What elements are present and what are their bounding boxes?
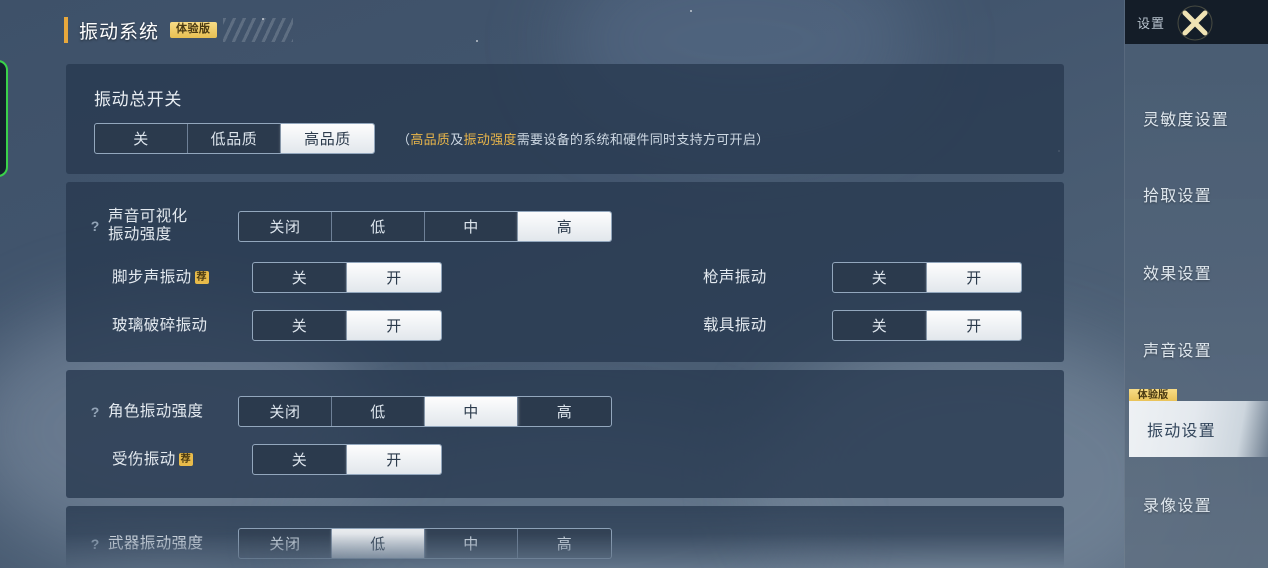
sidebar-item-pickup[interactable]: 拾取设置 — [1125, 166, 1268, 222]
hint-part: （ — [397, 132, 411, 147]
help-icon[interactable]: ? — [88, 218, 102, 234]
label-text: 受伤振动 — [112, 451, 176, 468]
sound-vibration-panel: ? 声音可视化 振动强度 关闭 低 中 高 脚步声振动荐 关 开 玻璃破碎振动 … — [66, 182, 1064, 362]
vehicle-vibration-row: 载具振动 关 开 — [703, 310, 1022, 341]
sound-visual-intensity-option-off[interactable]: 关闭 — [239, 211, 332, 241]
page-title: 振动系统 — [79, 21, 160, 43]
sidebar-item-label: 声音设置 — [1143, 343, 1212, 360]
hint-part: 及 — [450, 132, 464, 147]
hint-part: 需要设备的系统和硬件同时支持方可开启） — [516, 132, 770, 147]
gunshot-vibration-toggle[interactable]: 关 开 — [832, 262, 1022, 293]
help-icon[interactable]: ? — [88, 536, 102, 552]
sidebar-item-label: 效果设置 — [1143, 266, 1212, 283]
recommended-badge: 荐 — [194, 271, 209, 284]
glass-break-vibration-label: 玻璃破碎振动 — [112, 317, 208, 334]
weapon-intensity-option-low[interactable]: 低 — [332, 529, 425, 558]
settings-content: 振动系统 体验版 振动总开关 关 低品质 高品质 （高品质及振动强度需要设备的系… — [0, 0, 1124, 568]
sound-visual-intensity-option-low[interactable]: 低 — [332, 211, 425, 241]
title-accent-bar — [64, 17, 68, 43]
settings-sidebar: 设置 灵敏度设置 拾取设置 效果设置 声音设置 体验版 振动设置 录像设置 — [1124, 0, 1268, 568]
vehicle-vibration-option-off[interactable]: 关 — [833, 311, 927, 340]
master-switch-option-off[interactable]: 关 — [95, 124, 188, 153]
sidebar-item-label: 拾取设置 — [1143, 188, 1212, 205]
sound-visual-intensity-option-medium[interactable]: 中 — [425, 211, 518, 241]
weapon-intensity-option-medium[interactable]: 中 — [425, 529, 518, 558]
sidebar-item-sound[interactable]: 声音设置 — [1125, 321, 1268, 377]
gunshot-vibration-row: 枪声振动 关 开 — [703, 262, 1022, 293]
glass-break-vibration-option-on[interactable]: 开 — [347, 311, 441, 340]
label-line-2: 振动强度 — [108, 226, 172, 243]
label-text: 脚步声振动 — [112, 269, 192, 286]
settings-screen: 振动系统 体验版 振动总开关 关 低品质 高品质 （高品质及振动强度需要设备的系… — [0, 0, 1268, 568]
sidebar-item-effects[interactable]: 效果设置 — [1125, 244, 1268, 300]
page-header: 振动系统 体验版 — [64, 14, 293, 46]
glass-break-vibration-toggle[interactable]: 关 开 — [252, 310, 442, 341]
footstep-vibration-toggle[interactable]: 关 开 — [252, 262, 442, 293]
label-line-1: 声音可视化 — [108, 208, 188, 225]
sidebar-item-sensitivity[interactable]: 灵敏度设置 — [1125, 90, 1268, 146]
character-intensity-option-high[interactable]: 高 — [518, 397, 611, 426]
character-intensity-option-low[interactable]: 低 — [332, 397, 425, 426]
sound-visual-intensity-segmented-control[interactable]: 关闭 低 中 高 — [238, 210, 612, 242]
recommended-badge: 荐 — [178, 453, 194, 466]
master-switch-panel: 振动总开关 关 低品质 高品质 （高品质及振动强度需要设备的系统和硬件同时支持方… — [66, 64, 1064, 174]
gunshot-vibration-option-off[interactable]: 关 — [833, 263, 927, 292]
weapon-vibration-panel: ? 武器振动强度 关闭 低 中 高 — [66, 506, 1064, 568]
footstep-vibration-label: 脚步声振动荐 — [112, 268, 252, 287]
weapon-intensity-option-high[interactable]: 高 — [518, 529, 611, 558]
injury-vibration-label: 受伤振动荐 — [112, 450, 252, 469]
master-switch-segmented-control[interactable]: 关 低品质 高品质 — [94, 123, 375, 154]
page-title-beta-badge: 体验版 — [170, 22, 217, 38]
footstep-vibration-option-on[interactable]: 开 — [347, 263, 441, 292]
vehicle-vibration-option-on[interactable]: 开 — [927, 311, 1021, 340]
sound-visual-intensity-label: 声音可视化 振动强度 — [108, 208, 226, 244]
master-switch-label: 振动总开关 — [94, 90, 182, 109]
vehicle-vibration-toggle[interactable]: 关 开 — [832, 310, 1022, 341]
injury-vibration-row: 受伤振动荐 关 开 — [112, 444, 442, 475]
injury-vibration-option-off[interactable]: 关 — [253, 445, 347, 474]
gunshot-vibration-label: 枪声振动 — [703, 269, 767, 286]
sidebar-item-label: 振动设置 — [1147, 423, 1216, 440]
weapon-intensity-segmented-control[interactable]: 关闭 低 中 高 — [238, 528, 612, 559]
sound-visual-intensity-row: ? 声音可视化 振动强度 关闭 低 中 高 — [88, 208, 612, 244]
glass-break-vibration-row: 玻璃破碎振动 关 开 — [112, 310, 442, 341]
glass-break-vibration-option-off[interactable]: 关 — [253, 311, 347, 340]
injury-vibration-option-on[interactable]: 开 — [347, 445, 441, 474]
sidebar-item-label: 录像设置 — [1143, 498, 1212, 515]
hint-part-gold: 振动强度 — [463, 132, 517, 147]
sidebar-item-recording[interactable]: 录像设置 — [1125, 476, 1268, 532]
character-vibration-panel: ? 角色振动强度 关闭 低 中 高 受伤振动荐 关 开 — [66, 370, 1064, 498]
character-intensity-option-medium[interactable]: 中 — [425, 397, 518, 426]
character-intensity-option-off[interactable]: 关闭 — [239, 397, 332, 426]
master-switch-row: 关 低品质 高品质 （高品质及振动强度需要设备的系统和硬件同时支持方可开启） — [94, 123, 769, 154]
sound-visual-intensity-option-high[interactable]: 高 — [518, 211, 611, 241]
master-switch-hint: （高品质及振动强度需要设备的系统和硬件同时支持方可开启） — [397, 129, 769, 148]
hint-part-gold: 高品质 — [410, 132, 451, 147]
close-x-icon[interactable] — [1171, 0, 1219, 46]
master-switch-option-high-quality[interactable]: 高品质 — [281, 124, 374, 153]
sidebar-title: 设置 — [1137, 15, 1166, 31]
vehicle-vibration-label: 载具振动 — [703, 317, 767, 334]
weapon-intensity-label: 武器振动强度 — [108, 535, 204, 552]
character-intensity-label: 角色振动强度 — [108, 403, 204, 420]
sidebar-item-label: 灵敏度设置 — [1143, 112, 1230, 129]
character-intensity-row: ? 角色振动强度 关闭 低 中 高 — [88, 396, 612, 427]
sidebar-header: 设置 — [1125, 0, 1268, 44]
master-switch-option-low-quality[interactable]: 低品质 — [188, 124, 281, 153]
weapon-intensity-row: ? 武器振动强度 关闭 低 中 高 — [88, 528, 612, 559]
sidebar-item-vibration[interactable]: 振动设置 — [1129, 401, 1268, 457]
help-icon[interactable]: ? — [88, 404, 102, 420]
footstep-vibration-option-off[interactable]: 关 — [253, 263, 347, 292]
weapon-intensity-option-off[interactable]: 关闭 — [239, 529, 332, 558]
injury-vibration-toggle[interactable]: 关 开 — [252, 444, 442, 475]
gunshot-vibration-option-on[interactable]: 开 — [927, 263, 1021, 292]
title-hatch-decoration — [222, 18, 293, 42]
footstep-vibration-row: 脚步声振动荐 关 开 — [112, 262, 442, 293]
character-intensity-segmented-control[interactable]: 关闭 低 中 高 — [238, 396, 612, 427]
